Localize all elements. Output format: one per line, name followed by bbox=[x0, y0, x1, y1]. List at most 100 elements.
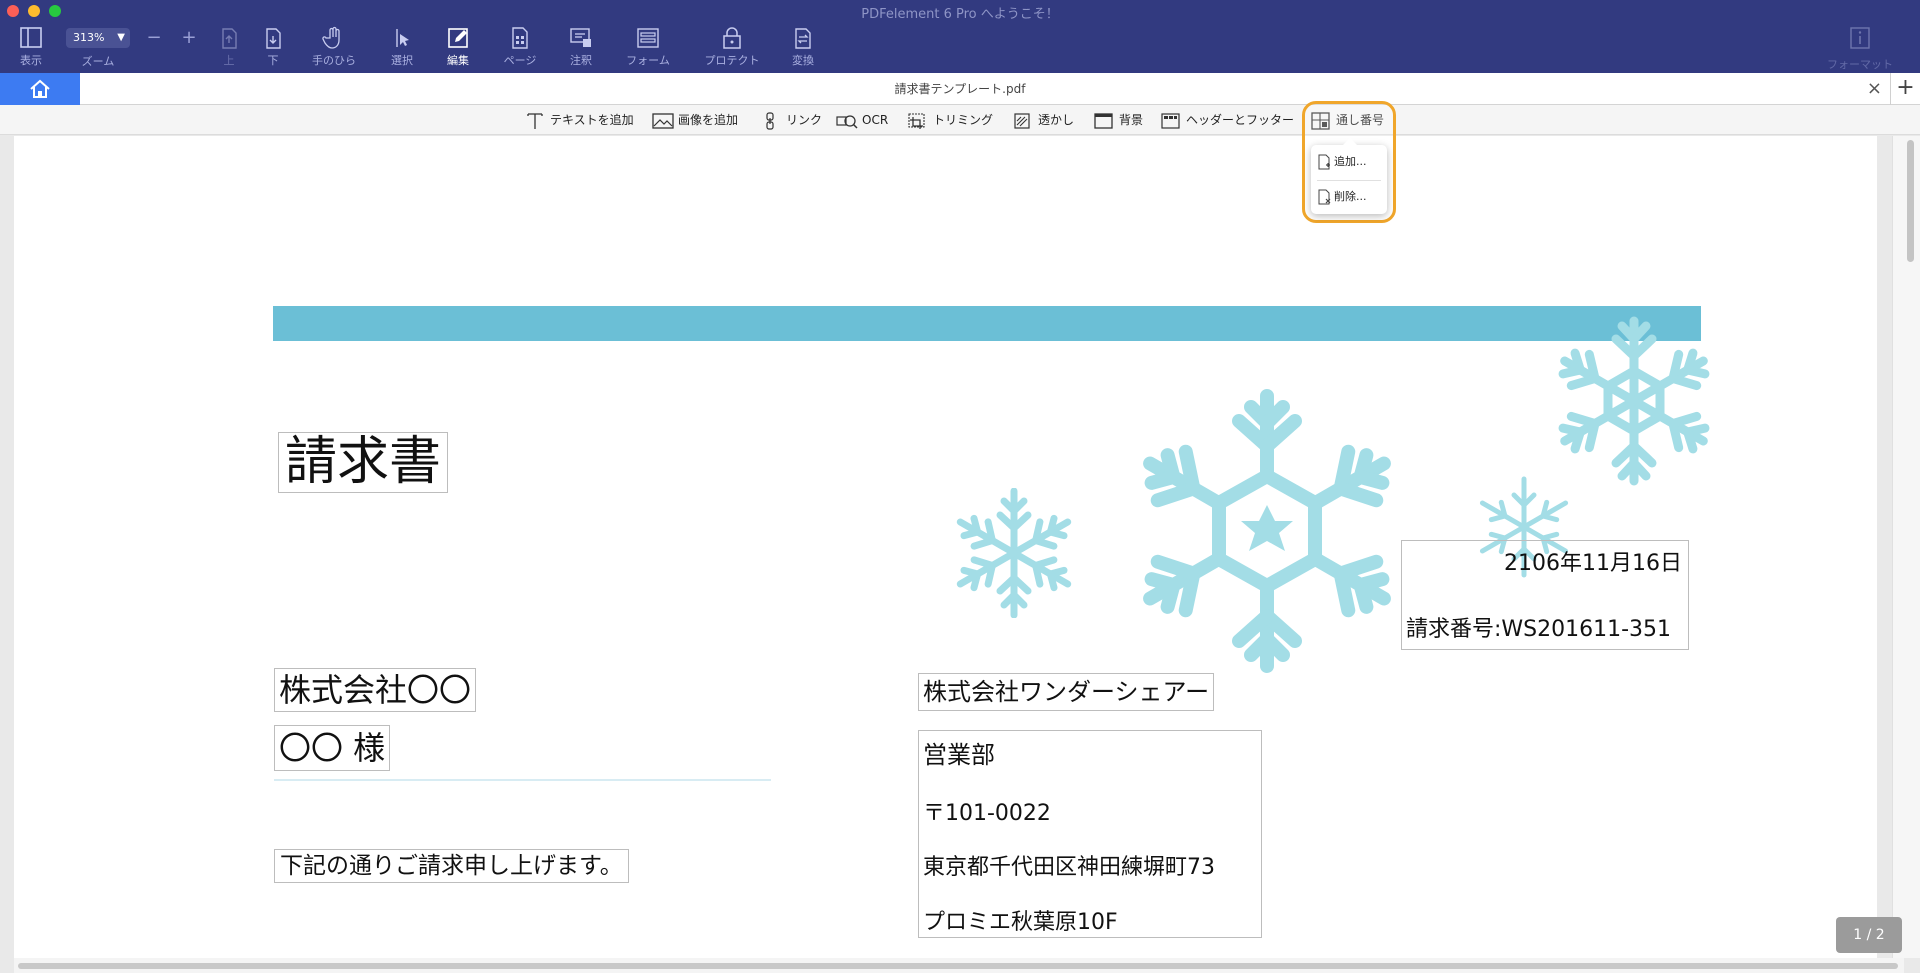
client-name[interactable]: 〇〇 様 bbox=[274, 725, 391, 771]
link-label: リンク bbox=[786, 113, 823, 127]
view-label: 表示 bbox=[20, 54, 42, 67]
comment-label: 注釈 bbox=[570, 54, 592, 67]
page-label: ページ bbox=[503, 54, 537, 67]
protect-tool-button[interactable]: プロテクト bbox=[702, 26, 762, 68]
document-viewer[interactable]: 請求書 2106年11月16日 請求番号:WS201611-351 株式会社〇〇… bbox=[0, 136, 1920, 973]
header-banner bbox=[273, 306, 1701, 341]
invoice-meta-box[interactable]: 2106年11月16日 請求番号:WS201611-351 bbox=[1401, 540, 1689, 650]
bates-add-label: 追加... bbox=[1334, 155, 1367, 168]
zoom-out-button[interactable]: − bbox=[146, 27, 162, 48]
comment-icon bbox=[570, 28, 591, 47]
client-company[interactable]: 株式会社〇〇 bbox=[274, 668, 477, 712]
hand-icon bbox=[322, 26, 340, 49]
zoom-in-button[interactable]: + bbox=[181, 27, 197, 48]
sidebar-icon bbox=[20, 27, 42, 48]
add-tab-button[interactable]: + bbox=[1890, 73, 1920, 105]
sender-postal: 〒101-0022 bbox=[923, 801, 1051, 826]
convert-icon bbox=[795, 28, 811, 49]
invoice-date: 2106年11月16日 bbox=[1504, 551, 1682, 576]
sender-address-box[interactable]: 営業部 〒101-0022 東京都千代田区神田練塀町73 プロミエ秋葉原10F bbox=[918, 730, 1262, 938]
invoice-message[interactable]: 下記の通りご請求申し上げます。 bbox=[274, 849, 629, 883]
watermark-label: 透かし bbox=[1038, 113, 1075, 127]
form-label: フォーム bbox=[626, 54, 670, 67]
watermark-icon bbox=[1014, 112, 1030, 129]
header-footer-button[interactable]: ヘッダーとフッター bbox=[1160, 105, 1294, 135]
down-label: 下 bbox=[267, 54, 279, 67]
cursor-select-icon bbox=[396, 29, 409, 47]
lock-icon bbox=[723, 27, 741, 49]
protect-label: プロテクト bbox=[704, 54, 760, 67]
snowflake-main-icon bbox=[1122, 389, 1412, 676]
text-icon bbox=[527, 112, 543, 129]
sender-address-line1: 東京都千代田区神田練塀町73 bbox=[923, 855, 1215, 880]
remove-page-icon bbox=[1318, 189, 1331, 205]
edit-toolbar: テキストを追加 画像を追加 リンク OCR トリミング 透かし 背景 ヘッダーと… bbox=[0, 105, 1920, 135]
sender-company[interactable]: 株式会社ワンダーシェアー bbox=[918, 673, 1215, 711]
convert-tool-button[interactable]: 変換 bbox=[773, 26, 833, 68]
page-icon bbox=[512, 27, 528, 49]
background-icon bbox=[1094, 112, 1113, 129]
close-tab-button[interactable]: × bbox=[1867, 78, 1882, 99]
select-tool-button[interactable]: 選択 bbox=[372, 26, 432, 68]
horizontal-scrollbar[interactable] bbox=[14, 958, 1904, 973]
bates-add-menu-item[interactable]: 追加... bbox=[1317, 148, 1383, 176]
invoice-number: 請求番号:WS201611-351 bbox=[1406, 617, 1672, 642]
crop-button[interactable]: トリミング bbox=[907, 105, 993, 135]
document-tab-title[interactable]: 請求書テンプレート.pdf bbox=[0, 73, 1920, 105]
bates-number-menu: 追加... 削除... bbox=[1311, 138, 1387, 214]
horizontal-scroll-thumb[interactable] bbox=[18, 963, 1898, 969]
edit-icon bbox=[448, 28, 468, 48]
pdf-page[interactable]: 請求書 2106年11月16日 請求番号:WS201611-351 株式会社〇〇… bbox=[14, 136, 1877, 958]
tab-bar: 請求書テンプレート.pdf × + bbox=[0, 73, 1920, 105]
window-title: PDFelement 6 Pro へようこそ！ bbox=[861, 7, 1059, 22]
edit-label: 編集 bbox=[447, 54, 469, 67]
menu-divider bbox=[1317, 180, 1381, 181]
zoom-value: 313% bbox=[73, 31, 105, 44]
page-down-icon bbox=[266, 28, 281, 49]
sender-dept: 営業部 bbox=[923, 741, 995, 769]
background-button[interactable]: 背景 bbox=[1093, 105, 1143, 135]
add-text-label: テキストを追加 bbox=[550, 113, 634, 127]
comment-tool-button[interactable]: 注釈 bbox=[551, 26, 611, 68]
main-toolbar: PDFelement 6 Pro へようこそ！ 表示 313% ▼ ズーム − … bbox=[0, 0, 1920, 73]
page-tool-button[interactable]: ページ bbox=[490, 26, 550, 68]
hand-tool-button[interactable]: 手のひら bbox=[304, 26, 364, 68]
add-image-button[interactable]: 画像を追加 bbox=[652, 105, 738, 135]
client-underline bbox=[274, 779, 771, 781]
header-footer-label: ヘッダーとフッター bbox=[1186, 113, 1295, 127]
add-text-button[interactable]: テキストを追加 bbox=[524, 105, 634, 135]
bates-remove-label: 削除... bbox=[1334, 190, 1367, 203]
page-up-icon bbox=[222, 28, 237, 49]
next-page-button[interactable]: 下 bbox=[243, 26, 303, 68]
vertical-scroll-thumb[interactable] bbox=[1907, 140, 1914, 262]
select-label: 選択 bbox=[391, 54, 413, 67]
link-icon bbox=[766, 111, 774, 130]
vertical-scrollbar[interactable] bbox=[1892, 136, 1920, 958]
page-indicator: 1 / 2 bbox=[1836, 917, 1902, 953]
add-page-icon bbox=[1318, 154, 1330, 170]
crop-label: トリミング bbox=[933, 113, 994, 127]
form-tool-button[interactable]: フォーム bbox=[618, 26, 678, 68]
document-title[interactable]: 請求書 bbox=[278, 432, 449, 493]
ocr-button[interactable]: OCR bbox=[836, 105, 888, 135]
snowflake-small-icon bbox=[944, 488, 1084, 618]
convert-label: 変換 bbox=[792, 54, 814, 67]
ocr-icon bbox=[836, 114, 858, 129]
link-button[interactable]: リンク bbox=[760, 105, 822, 135]
bates-remove-menu-item[interactable]: 削除... bbox=[1317, 183, 1383, 211]
edit-tool-button[interactable]: 編集 bbox=[428, 26, 488, 68]
zoom-select[interactable]: 313% ▼ bbox=[66, 28, 130, 48]
background-label: 背景 bbox=[1119, 113, 1144, 127]
snowflake-large-icon bbox=[1544, 316, 1724, 491]
form-icon bbox=[637, 28, 659, 48]
view-button[interactable]: 表示 bbox=[1, 26, 61, 68]
hand-label: 手のひら bbox=[312, 54, 356, 67]
add-image-label: 画像を追加 bbox=[678, 113, 739, 127]
crop-icon bbox=[908, 112, 925, 129]
ocr-label: OCR bbox=[862, 113, 889, 127]
header-footer-icon bbox=[1161, 112, 1180, 129]
watermark-button[interactable]: 透かし bbox=[1012, 105, 1074, 135]
image-icon bbox=[652, 112, 674, 129]
format-panel-button[interactable]: フォーマット bbox=[1820, 26, 1900, 72]
chevron-down-icon: ▼ bbox=[117, 32, 125, 43]
